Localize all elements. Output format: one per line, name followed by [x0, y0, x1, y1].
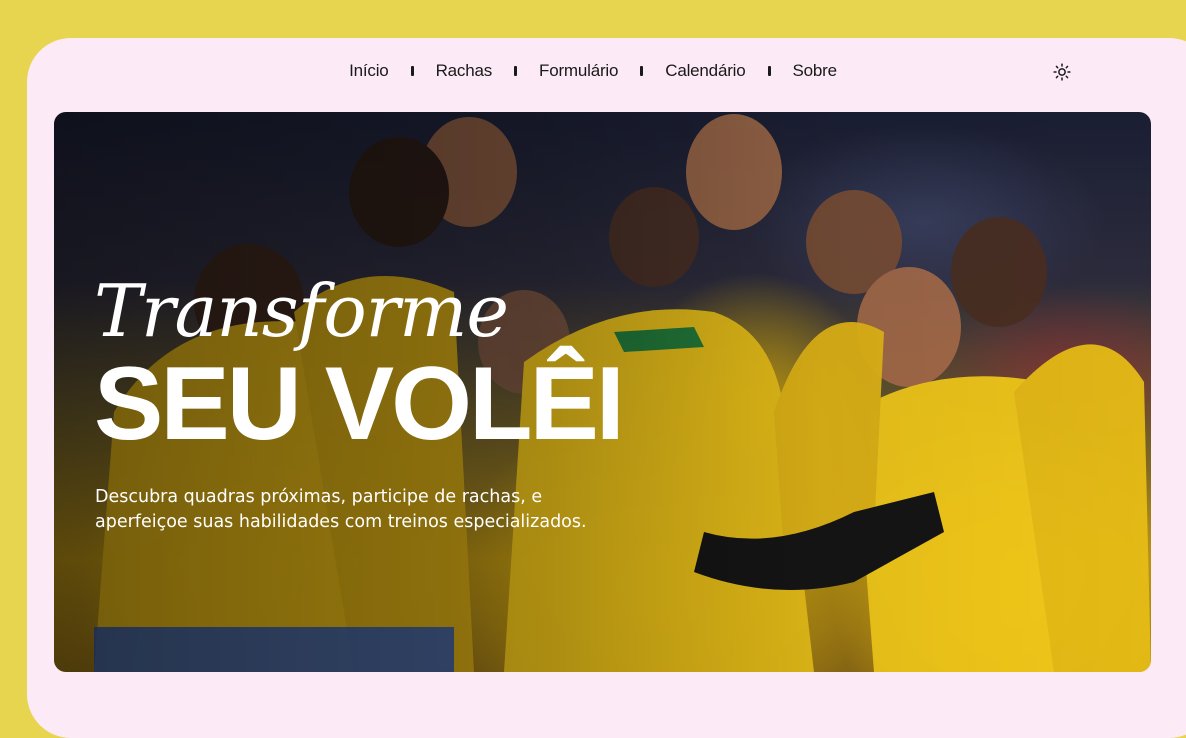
nav-item-sobre[interactable]: Sobre [782, 61, 848, 81]
hero-description-line-1: Descubra quadras próximas, participe de … [95, 487, 543, 507]
nav-separator [767, 66, 771, 76]
hero-title: SEU VOLÊI [94, 346, 625, 462]
hero-script-heading: Transforme [94, 269, 509, 353]
nav-item-rachas[interactable]: Rachas [425, 61, 503, 81]
nav-separator [514, 66, 518, 76]
hero-description-line-2: aperfeiçoe suas habilidades com treinos … [95, 511, 587, 532]
hero-banner: Transforme SEU VOLÊI Descubra quadras pr… [54, 112, 1151, 672]
nav-item-calendario[interactable]: Calendário [654, 61, 756, 81]
main-navigation: Início Rachas Formulário Calendário Sobr… [0, 58, 1186, 84]
nav-separator [410, 66, 414, 76]
sun-icon [1053, 63, 1071, 81]
hero-description: Descubra quadras próximas, participe de … [95, 485, 615, 534]
nav-item-inicio[interactable]: Início [338, 61, 399, 81]
nav-separator [640, 66, 644, 76]
nav-item-formulario[interactable]: Formulário [528, 61, 629, 81]
theme-toggle-button[interactable] [1051, 61, 1073, 83]
